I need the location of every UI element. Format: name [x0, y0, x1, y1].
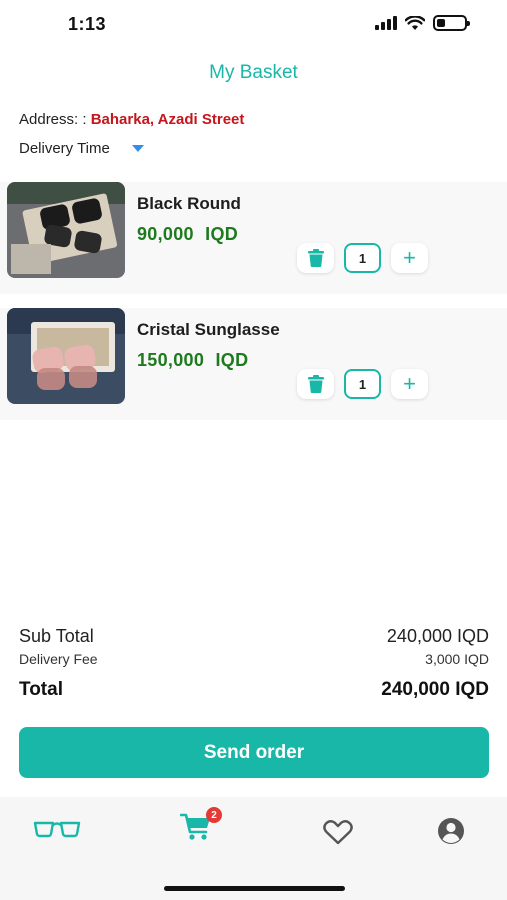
trash-icon: [307, 375, 324, 393]
sub-total-row: Sub Total 240,000 IQD: [19, 626, 489, 647]
delivery-fee-value: 3,000 IQD: [425, 651, 489, 667]
item-price: 150,000 IQD: [137, 350, 248, 371]
item-name: Cristal Sunglasse: [137, 320, 280, 339]
product-image: [7, 308, 125, 404]
item-name: Black Round: [137, 194, 241, 213]
delivery-fee-label: Delivery Fee: [19, 651, 98, 667]
quantity-controls: 1 +: [297, 369, 428, 399]
glasses-icon: [33, 821, 81, 838]
delivery-fee-row: Delivery Fee 3,000 IQD: [19, 651, 489, 667]
total-value: 240,000 IQD: [381, 679, 489, 700]
nav-glasses[interactable]: [33, 819, 81, 844]
total-row: Total 240,000 IQD: [19, 679, 489, 701]
nav-cart[interactable]: 2: [179, 807, 222, 846]
nav-favorites[interactable]: [322, 819, 354, 850]
basket-item: Black Round 90,000 IQD 1 +: [0, 182, 507, 294]
product-image: [7, 182, 125, 278]
quantity-value[interactable]: 1: [344, 243, 381, 273]
nav-account[interactable]: [437, 817, 465, 850]
wifi-icon: [405, 15, 425, 30]
basket-item: Cristal Sunglasse 150,000 IQD 1 +: [0, 308, 507, 420]
status-time: 1:13: [68, 14, 107, 34]
sub-total-label: Sub Total: [19, 626, 94, 646]
increase-quantity-button[interactable]: +: [391, 243, 428, 273]
quantity-value[interactable]: 1: [344, 369, 381, 399]
address-row: Address: : Baharka, Azadi Street: [19, 111, 244, 128]
sub-total-value: 240,000 IQD: [386, 626, 489, 646]
account-icon: [438, 818, 464, 844]
cart-badge: 2: [206, 807, 222, 823]
bottom-nav: 2: [0, 797, 507, 900]
send-order-button[interactable]: Send order: [19, 727, 489, 778]
item-price-currency: IQD: [215, 350, 249, 370]
item-price: 90,000 IQD: [137, 224, 238, 245]
page-title: My Basket: [209, 62, 298, 83]
plus-icon: +: [403, 245, 416, 270]
plus-icon: +: [403, 371, 416, 396]
item-price-currency: IQD: [205, 224, 239, 244]
delete-button[interactable]: [297, 369, 334, 399]
home-indicator: [164, 886, 345, 891]
address-label: Address: :: [19, 111, 87, 128]
item-price-value: 90,000: [137, 224, 194, 244]
delivery-time-selector[interactable]: Delivery Time: [19, 140, 144, 157]
dropdown-caret-icon[interactable]: [131, 145, 144, 152]
delete-button[interactable]: [297, 243, 334, 273]
trash-icon: [307, 249, 324, 267]
delivery-time-label: Delivery Time: [19, 140, 110, 157]
item-price-value: 150,000: [137, 350, 205, 370]
status-icons: [375, 15, 470, 31]
total-label: Total: [19, 679, 63, 700]
status-bar: 1:13: [0, 0, 507, 50]
cellular-signal-icon: [375, 16, 397, 30]
battery-icon: [433, 15, 470, 31]
increase-quantity-button[interactable]: +: [391, 369, 428, 399]
heart-icon: [323, 820, 353, 845]
address-value[interactable]: Baharka, Azadi Street: [91, 111, 245, 128]
quantity-controls: 1 +: [297, 243, 428, 273]
